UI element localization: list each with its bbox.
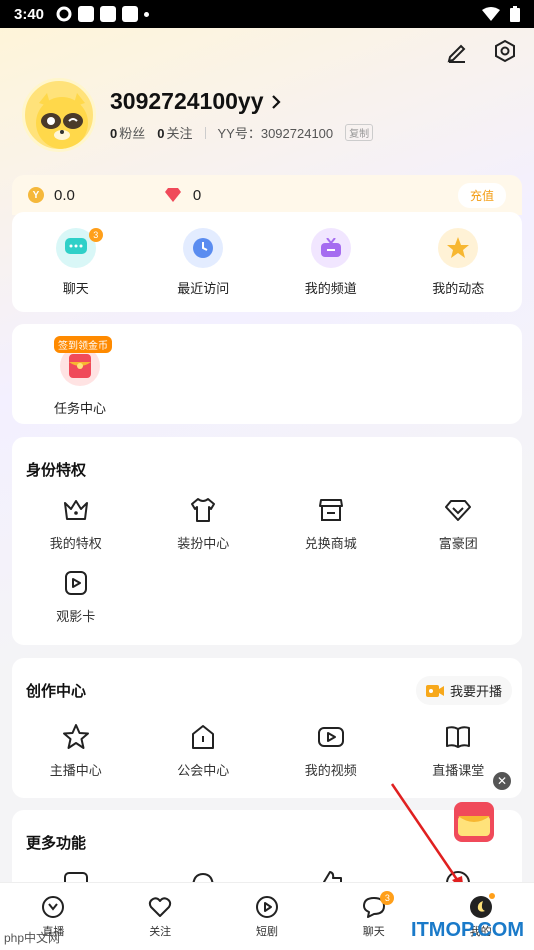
me-tab-dot xyxy=(489,893,496,899)
quick-item-label: 最近访问 xyxy=(177,281,230,296)
chevron-right-icon[interactable] xyxy=(270,94,282,110)
grid-item-label: 富豪团 xyxy=(438,536,478,551)
creation-card: 创作中心 我要开播 主播中心 公会中心 我的视频 直播课堂 xyxy=(12,658,522,798)
close-float-button[interactable]: ✕ xyxy=(493,772,511,790)
wallet-bar: Y 0.0 0 充值 xyxy=(12,175,522,215)
settings-icon[interactable] xyxy=(492,38,518,64)
tab-label: 短剧 xyxy=(255,925,278,938)
book-icon xyxy=(446,726,471,748)
gem-balance[interactable]: 0 xyxy=(193,187,201,204)
tab-label: 关注 xyxy=(149,925,172,938)
section-title: 创作中心 xyxy=(26,683,87,700)
shop-icon xyxy=(318,499,343,521)
profile-header: 3092724100yy 0 粉丝 0 关注 YY号：3092724100 复制 xyxy=(22,78,374,152)
status-bar: 3:40 xyxy=(0,0,534,28)
status-time: 3:40 xyxy=(14,5,45,23)
quick-item-recent[interactable]: 最近访问 xyxy=(148,228,258,312)
grid-item-videos[interactable]: 我的视频 xyxy=(267,722,395,779)
copy-id-button[interactable]: 复制 xyxy=(345,124,374,141)
avatar[interactable] xyxy=(22,78,96,152)
grid-item-label: 我的视频 xyxy=(304,763,357,778)
username[interactable]: 3092724100yy xyxy=(110,88,264,115)
grid-item-moviecard[interactable]: 观影卡 xyxy=(12,568,140,625)
grid-item-shop[interactable]: 兑换商城 xyxy=(267,495,395,552)
quick-item-moments[interactable]: 我的动态 xyxy=(403,228,513,312)
coin-icon: Y xyxy=(28,187,44,203)
star-icon xyxy=(438,228,479,268)
go-live-button[interactable]: 我要开播 xyxy=(415,676,512,705)
coin-balance[interactable]: 0.0 xyxy=(54,187,75,204)
movie-card-icon xyxy=(64,571,87,595)
grid-item-dressup[interactable]: 装扮中心 xyxy=(140,495,268,552)
recharge-button[interactable]: 充值 xyxy=(457,182,506,208)
chat-badge: 3 xyxy=(88,228,103,242)
grid-item-label: 主播中心 xyxy=(49,763,102,778)
grid-item-label: 我的特权 xyxy=(49,536,102,551)
left-watermark: php中文网 xyxy=(4,931,61,945)
wifi-icon xyxy=(482,7,500,21)
play-icon xyxy=(255,895,278,918)
grid-item-classroom[interactable]: 直播课堂 xyxy=(395,722,523,779)
tab-follow[interactable]: 关注 xyxy=(107,883,214,950)
edit-icon[interactable] xyxy=(444,38,470,64)
quick-item-channel[interactable]: 我的频道 xyxy=(276,228,386,312)
section-title: 身份特权 xyxy=(26,462,87,479)
grid-item-anchor[interactable]: 主播中心 xyxy=(12,722,140,779)
follow-stat[interactable]: 0 关注 xyxy=(157,123,192,142)
task-card: 签到领金币 任务中心 xyxy=(12,324,522,424)
more-notifications-icon xyxy=(144,11,150,17)
raccoon-avatar-icon xyxy=(36,93,88,149)
camera-icon xyxy=(425,684,444,697)
crown-icon xyxy=(63,500,88,520)
grid-item-privilege[interactable]: 我的特权 xyxy=(12,495,140,552)
app-notification-icon xyxy=(78,6,95,22)
chat-tab-badge: 3 xyxy=(380,891,395,905)
fans-count: 0 xyxy=(110,126,118,141)
site-watermark: ITMOP.COM xyxy=(411,919,524,941)
go-live-label: 我要开播 xyxy=(449,684,502,699)
channel-icon xyxy=(310,228,351,268)
app-notification-icon xyxy=(122,6,139,22)
fans-stat[interactable]: 0 粉丝 xyxy=(110,123,145,142)
grid-item-label: 直播课堂 xyxy=(432,763,485,778)
guild-icon xyxy=(192,725,215,749)
fans-label: 粉丝 xyxy=(119,126,146,141)
annotation-arrow-icon xyxy=(390,783,464,892)
grid-item-rich[interactable]: 富豪团 xyxy=(395,495,523,552)
yy-id: YY号：3092724100 xyxy=(217,126,334,141)
video-icon xyxy=(317,727,344,747)
battery-icon xyxy=(510,6,520,22)
follow-count: 0 xyxy=(157,126,165,141)
sync-icon xyxy=(56,6,72,22)
follow-label: 关注 xyxy=(166,126,193,141)
quick-actions-card: 3 聊天 最近访问 我的频道 我的动态 xyxy=(12,212,522,312)
diamond-icon xyxy=(164,188,181,202)
grid-item-label: 兑换商城 xyxy=(304,536,357,551)
quick-item-label: 聊天 xyxy=(62,281,89,296)
tshirt-icon xyxy=(191,498,216,522)
task-label: 任务中心 xyxy=(54,401,107,416)
grid-item-label: 公会中心 xyxy=(177,763,230,778)
quick-item-label: 我的频道 xyxy=(304,281,357,296)
star-outline-icon xyxy=(62,724,89,749)
quick-item-label: 我的动态 xyxy=(432,281,485,296)
tab-shortdrama[interactable]: 短剧 xyxy=(214,883,321,950)
divider xyxy=(204,126,206,139)
section-title: 更多功能 xyxy=(26,835,87,852)
clock-icon xyxy=(183,228,224,268)
grid-item-label: 观影卡 xyxy=(56,609,96,624)
diamond-outline-icon xyxy=(445,500,472,521)
grid-item-guild[interactable]: 公会中心 xyxy=(140,722,268,779)
notification-icons xyxy=(56,6,150,22)
grid-item-label: 装扮中心 xyxy=(177,536,230,551)
checkin-tag: 签到领金币 xyxy=(54,336,112,353)
quick-item-chat[interactable]: 3 聊天 xyxy=(21,228,131,312)
identity-card: 身份特权 我的特权 装扮中心 兑换商城 富豪团 观影卡 xyxy=(12,437,522,645)
tab-label: 聊天 xyxy=(362,925,385,938)
live-icon xyxy=(42,895,65,918)
app-notification-icon xyxy=(100,6,117,22)
heart-icon xyxy=(149,896,172,917)
